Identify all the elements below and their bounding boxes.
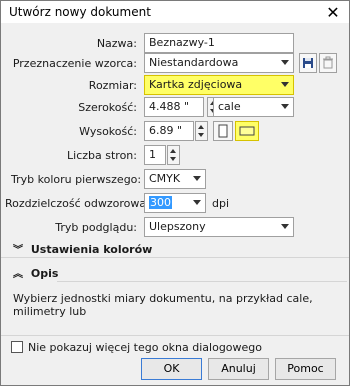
pages-stepper[interactable] [167,145,180,165]
preview-dropdown-value: Ulepszony [149,220,206,233]
name-label: Nazwa: [96,37,137,50]
trash-icon[interactable] [319,53,337,73]
units-dropdown-value: cale [218,100,241,113]
trash-icon-graphic [323,56,333,69]
divider [1,335,349,336]
resolution-label: Rozdzielczość odwzorowania: [5,197,167,210]
color-mode-label: Tryb koloru pierwszego: [11,173,142,186]
divider [57,281,347,282]
preset-label: Przeznaczenie wzorca: [12,57,137,70]
width-input[interactable]: 4.488 " [144,97,204,117]
chevron-down-icon [281,82,289,87]
color-settings-section[interactable]: ︾ Ustawienia kolorów [13,241,152,256]
dont-show-checkbox[interactable] [11,341,23,353]
chevron-down-icon [193,176,201,181]
close-icon[interactable]: ✕ [323,2,343,22]
size-dropdown-value: Kartka zdjęciowa [149,78,243,91]
landscape-orientation-graphic [239,126,255,136]
help-button[interactable]: Pomoc [275,358,336,380]
preview-dropdown[interactable]: Ulepszony [144,217,294,237]
title-bar: Utwórz nowy dokument ✕ [1,1,349,23]
name-input[interactable]: Beznazwy-1 [144,33,294,53]
color-mode-dropdown-value: CMYK [149,172,181,185]
units-dropdown[interactable]: cale [213,97,294,117]
chevron-down-icon [281,60,289,65]
pages-input[interactable]: 1 [144,145,166,165]
landscape-orientation-icon[interactable] [235,121,259,141]
size-dropdown[interactable]: Kartka zdjęciowa [144,75,294,95]
pages-label: Liczba stron: [67,149,137,162]
save-icon-graphic [303,58,313,68]
resolution-dropdown-value: 300 [149,196,172,209]
height-label: Wysokość: [79,125,137,138]
height-input[interactable]: 6.89 " [144,121,194,141]
chevron-down-icon [281,104,289,109]
description-text: Wybierz jednostki miary dokumentu, na pr… [13,292,313,318]
divider [1,257,349,258]
double-chevron-up-icon: ︽ [13,269,23,280]
dialog-title: Utwórz nowy dokument [9,5,151,19]
ok-button[interactable]: OK [141,358,202,380]
stepper-down-icon[interactable] [198,133,204,137]
width-label: Szerokość: [78,101,137,114]
dont-show-label[interactable]: Nie pokazuj więcej tego okna dialogowego [28,341,262,354]
preview-label: Tryb podglądu: [55,221,137,234]
portrait-orientation-icon[interactable] [213,121,233,141]
preset-dropdown[interactable]: Niestandardowa [144,53,294,73]
chevron-down-icon [193,200,201,205]
resolution-dropdown[interactable]: 300 [144,193,206,213]
height-stepper[interactable] [195,121,208,141]
stepper-down-icon[interactable] [170,157,176,161]
resolution-unit: dpi [212,197,230,210]
chevron-down-icon [281,224,289,229]
description-section[interactable]: ︽ Opis [13,265,58,280]
cancel-button[interactable]: Anuluj [208,358,269,380]
create-document-dialog: Utwórz nowy dokument ✕ Nazwa: Beznazwy-1… [0,0,350,386]
preset-dropdown-value: Niestandardowa [149,56,239,69]
size-label: Rozmiar: [88,79,137,92]
color-mode-dropdown[interactable]: CMYK [144,169,206,189]
color-settings-title: Ustawienia kolorów [30,243,153,256]
double-chevron-down-icon: ︾ [13,245,23,256]
portrait-orientation-graphic [218,124,228,138]
stepper-up-icon[interactable] [198,125,204,129]
stepper-up-icon[interactable] [170,149,176,153]
save-icon[interactable] [299,53,317,73]
description-title: Opis [30,267,59,280]
